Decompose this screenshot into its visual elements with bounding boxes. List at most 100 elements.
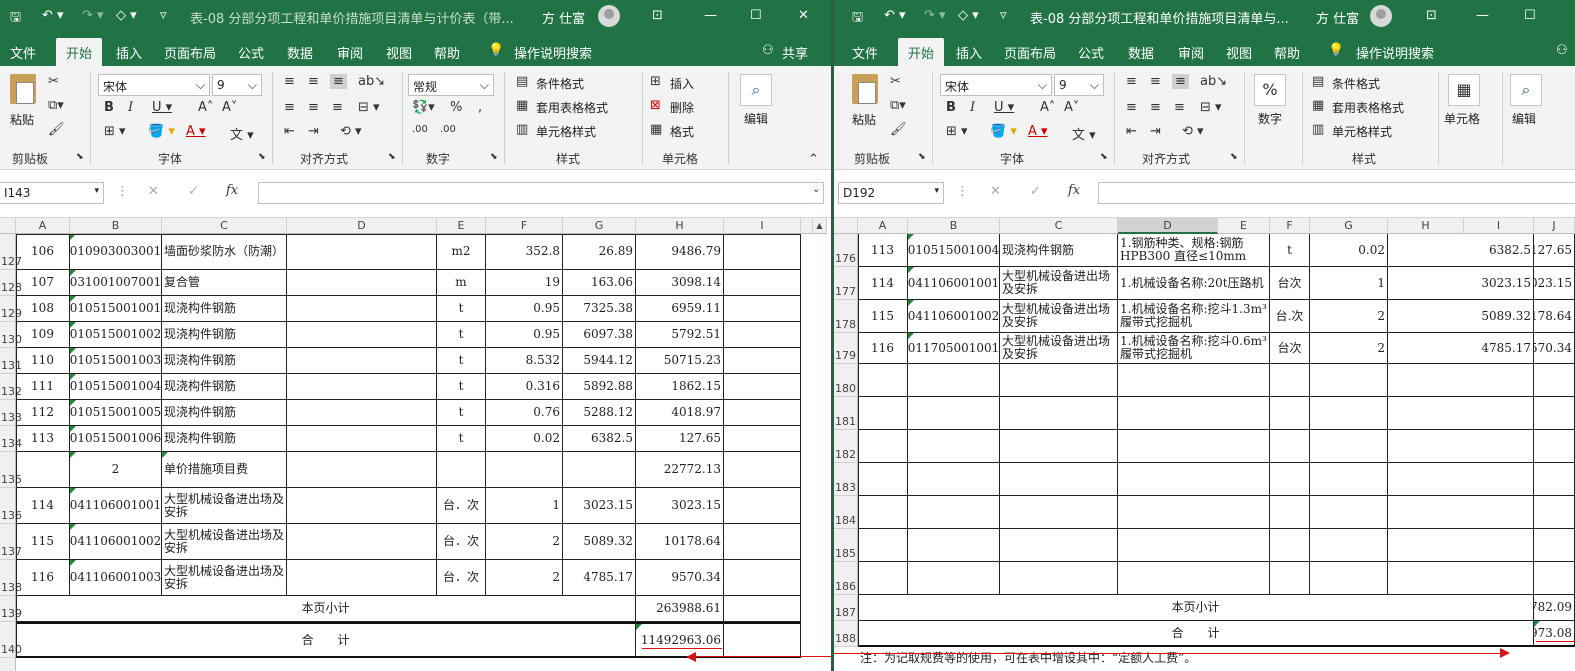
table-cell[interactable] [858, 496, 908, 529]
table-cell[interactable] [287, 348, 437, 374]
table-cell[interactable]: 现浇构件钢筋 [162, 400, 287, 426]
table-cell[interactable]: 5792.51 [636, 322, 724, 348]
save-icon[interactable]: 🖫 [852, 8, 863, 30]
name-box[interactable]: I143 ▾ [0, 182, 104, 204]
maximize-icon[interactable]: ☐ [1524, 8, 1536, 23]
table-cell[interactable]: 9570.34 [636, 560, 724, 596]
dialog-launcher-icon[interactable]: ⬊ [918, 152, 926, 162]
paste-button[interactable]: 粘贴 [852, 111, 876, 128]
align-top-icon[interactable]: ≡ [1126, 74, 1137, 89]
row-header[interactable]: 134 [0, 426, 22, 452]
tab-home[interactable]: 开始 [56, 38, 103, 66]
share-button[interactable]: 共享 [782, 43, 808, 62]
column-header[interactable]: D [287, 218, 437, 234]
copy-icon[interactable]: ⧉▾ [48, 98, 64, 113]
wrap-text-icon[interactable]: ⟲ ▾ [1182, 124, 1204, 139]
align-center-icon[interactable]: ≡ [308, 100, 319, 115]
table-cell[interactable]: t [437, 426, 486, 452]
conditional-format-button[interactable]: 条件格式 [536, 75, 584, 92]
percent-icon[interactable]: % [450, 100, 462, 115]
number-format-select[interactable]: 常规 ⌵ [408, 74, 494, 96]
table-cell[interactable] [1534, 562, 1575, 595]
table-cell[interactable]: 台．次 [437, 488, 486, 524]
phonetic-icon[interactable]: 文 ▾ [1072, 124, 1096, 143]
increase-font-icon[interactable]: A˄ [1040, 100, 1055, 115]
format-cells-icon[interactable]: ▦ [650, 122, 662, 137]
table-cell[interactable] [1118, 397, 1270, 430]
table-cell[interactable] [1388, 496, 1534, 529]
tab-formulas[interactable]: 公式 [1078, 43, 1104, 62]
table-cell[interactable]: 352.8 [486, 234, 563, 270]
table-cell[interactable]: 1 [1310, 267, 1388, 300]
table-cell[interactable]: 0.95 [486, 296, 563, 322]
formula-input[interactable] [258, 182, 824, 204]
underline-icon[interactable]: U ▾ [152, 100, 172, 115]
table-cell[interactable]: 5089.32 [563, 524, 636, 560]
table-cell[interactable] [908, 529, 1000, 562]
row-header[interactable]: 136 [0, 488, 22, 524]
row-header[interactable]: 178 [834, 300, 858, 333]
select-all-corner[interactable] [0, 218, 16, 234]
row-header[interactable]: 130 [0, 322, 22, 348]
table-cell[interactable]: 1.机械设备名称:挖斗0.6m³履带式挖掘机 [1118, 333, 1270, 364]
font-size-select[interactable]: 9 ⌵ [212, 74, 262, 96]
collapse-ribbon-icon[interactable]: ⌃ [808, 152, 819, 167]
table-cell[interactable]: 0.02 [486, 426, 563, 452]
table-cell[interactable] [1388, 430, 1534, 463]
column-header[interactable]: E [437, 218, 486, 234]
table-cell[interactable]: 墙面砂浆防水（防潮） [162, 234, 287, 270]
table-cell[interactable] [287, 374, 437, 400]
border-icon[interactable]: ⊞ ▾ [946, 124, 968, 139]
table-cell[interactable] [1000, 397, 1118, 430]
table-cell[interactable] [1270, 463, 1310, 496]
dialog-launcher-icon[interactable]: ⬊ [490, 152, 498, 162]
enter-icon[interactable]: ✓ [188, 184, 199, 199]
table-cell[interactable]: 大型机械设备进出场及安拆 [162, 524, 287, 560]
align-top-icon[interactable]: ≡ [284, 74, 295, 89]
table-cell[interactable]: t [437, 348, 486, 374]
table-cell[interactable] [1534, 496, 1575, 529]
align-middle-icon[interactable]: ≡ [1150, 74, 1161, 89]
row-header[interactable]: 187 [834, 595, 858, 621]
row-header[interactable]: 183 [834, 463, 858, 496]
table-cell[interactable]: 010903003001 [70, 234, 162, 270]
formula-input[interactable] [1098, 182, 1575, 204]
table-cell[interactable] [1270, 529, 1310, 562]
column-header[interactable]: F [486, 218, 563, 234]
format-painter-icon[interactable]: 🖌 [890, 122, 907, 137]
table-cell[interactable]: 041106001001 [908, 267, 1000, 300]
format-painter-icon[interactable]: 🖌 [48, 122, 65, 137]
table-cell[interactable]: 19 [486, 270, 563, 296]
column-header[interactable]: J [1534, 218, 1575, 234]
ribbon-display-icon[interactable]: ⊡ [652, 8, 663, 23]
insert-cells-button[interactable]: 插入 [670, 75, 694, 92]
table-cell[interactable]: 4785.17 [1388, 333, 1534, 364]
column-header[interactable]: D [1118, 218, 1218, 234]
table-cell[interactable]: 大型机械设备进出场及安拆 [1000, 333, 1118, 364]
table-cell[interactable]: 115 [16, 524, 70, 560]
user-name[interactable]: 方 仕富 [542, 8, 585, 27]
table-cell[interactable] [1388, 397, 1534, 430]
format-as-table-button[interactable]: 套用表格格式 [536, 99, 608, 116]
row-header[interactable]: 135 [0, 452, 22, 488]
table-cell[interactable] [1118, 463, 1270, 496]
font-name-select[interactable]: 宋体 ⌵ [940, 74, 1052, 96]
row-header[interactable]: 133 [0, 400, 22, 426]
cut-icon[interactable]: ✂ [890, 74, 901, 89]
table-cell[interactable]: 010515001005 [70, 400, 162, 426]
expand-formula-icon[interactable]: ⌄ [812, 184, 820, 195]
table-cell[interactable] [1534, 529, 1575, 562]
table-cell[interactable] [908, 562, 1000, 595]
format-cells-button[interactable]: 格式 [670, 123, 694, 140]
font-color-icon[interactable]: A ▾ [186, 124, 206, 139]
table-cell[interactable]: 031001007001 [70, 270, 162, 296]
table-cell[interactable]: 6382.5 [563, 426, 636, 452]
insert-function-icon[interactable]: fx [226, 183, 238, 198]
italic-icon[interactable]: I [970, 100, 975, 115]
table-cell[interactable]: 010515001002 [70, 322, 162, 348]
table-cell[interactable]: 114 [858, 267, 908, 300]
table-cell[interactable] [1534, 463, 1575, 496]
column-header[interactable]: F [1270, 218, 1310, 234]
table-cell[interactable] [1000, 562, 1118, 595]
row-header[interactable]: 179 [834, 333, 858, 364]
